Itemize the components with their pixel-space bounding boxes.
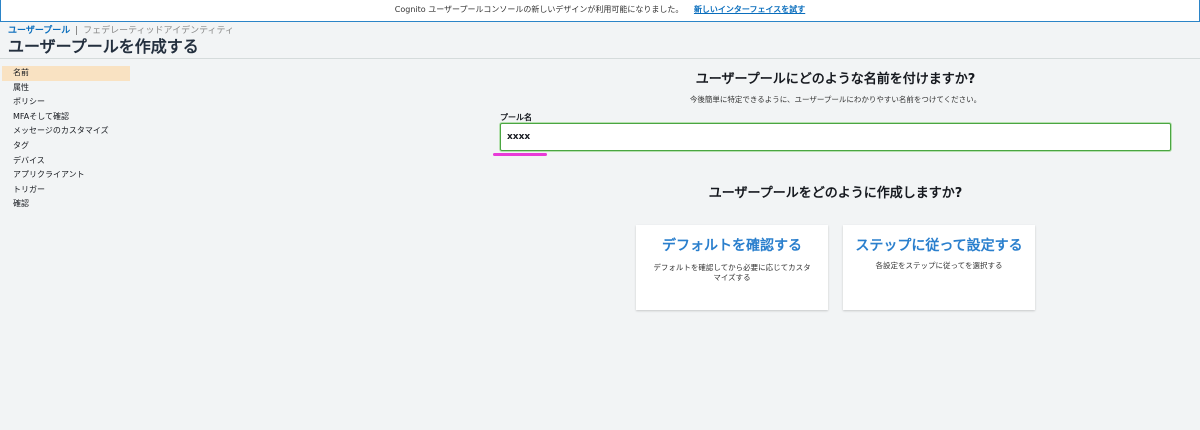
sidebar-item-name[interactable]: 名前 [2, 66, 130, 81]
sidebar-item-message-customization[interactable]: メッセージのカスタマイズ [2, 124, 130, 139]
step-through-settings-title: ステップに従って設定する [855, 238, 1023, 254]
sidebar-item-triggers[interactable]: トリガー [2, 183, 130, 198]
name-section-subtext: 今後簡単に特定できるように、ユーザープールにわかりやすい名前をつけてください。 [689, 95, 982, 104]
wizard-sidebar: 名前 属性 ポリシー MFAそして確認 メッセージのカスタマイズ タグ デバイス… [2, 66, 130, 212]
create-section-heading: ユーザープールをどのように作成しますか? [708, 186, 963, 201]
sidebar-item-review[interactable]: 確認 [2, 197, 130, 212]
sidebar-item-app-clients[interactable]: アプリクライアント [2, 168, 130, 183]
page-title: ユーザープールを作成する [8, 37, 199, 56]
highlight-underline [493, 153, 547, 156]
step-through-settings-card[interactable]: ステップに従って設定する 各設定をステップに従ってを選択する [843, 225, 1035, 310]
pool-name-input[interactable] [500, 123, 1171, 151]
review-defaults-title: デフォルトを確認する [662, 238, 802, 254]
step-through-settings-desc: 各設定をステップに従ってを選択する [875, 261, 1003, 270]
sidebar-item-policies[interactable]: ポリシー [2, 95, 130, 110]
breadcrumb-federated-identities[interactable]: フェデレーティッドアイデンティティ [83, 26, 234, 36]
sidebar-item-devices[interactable]: デバイス [2, 154, 130, 169]
title-divider [0, 58, 1200, 59]
banner-text: Cognito ユーザープールコンソールの新しいデザインが利用可能になりました。 [394, 5, 684, 14]
review-defaults-card[interactable]: デフォルトを確認する デフォルトを確認してから必要に応じてカスタマイズする [636, 225, 828, 310]
pool-name-label: プール名 [500, 113, 532, 122]
sidebar-item-tags[interactable]: タグ [2, 139, 130, 154]
name-section-heading: ユーザープールにどのような名前を付けますか? [695, 72, 976, 87]
try-new-interface-link[interactable]: 新しいインターフェイスを試す [694, 5, 805, 14]
breadcrumb: ユーザープール | フェデレーティッドアイデンティティ [8, 25, 234, 37]
review-defaults-desc: デフォルトを確認してから必要に応じてカスタマイズする [653, 263, 811, 282]
breadcrumb-user-pools[interactable]: ユーザープール [8, 26, 70, 36]
breadcrumb-separator: | [75, 26, 79, 36]
sidebar-item-mfa-verification[interactable]: MFAそして確認 [2, 110, 130, 125]
new-console-banner: Cognito ユーザープールコンソールの新しいデザインが利用可能になりました。… [0, 0, 1200, 22]
sidebar-item-attributes[interactable]: 属性 [2, 81, 130, 96]
